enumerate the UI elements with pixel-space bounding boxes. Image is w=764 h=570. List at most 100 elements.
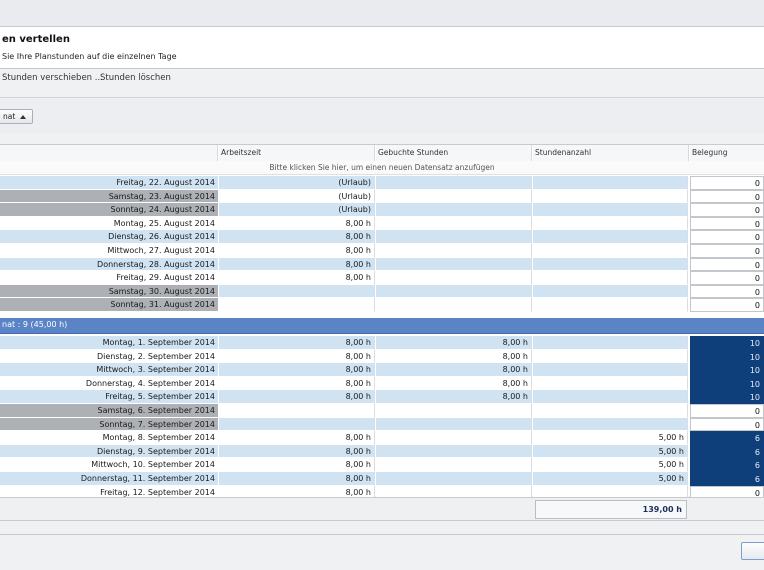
gebuchte-stunden-cell[interactable]: 8,00 h <box>376 363 532 377</box>
belegung-cell[interactable]: 0 <box>690 216 764 231</box>
stundenanzahl-cell[interactable] <box>533 390 688 404</box>
gebuchte-stunden-cell[interactable]: 8,00 h <box>376 336 532 350</box>
stundenanzahl-cell[interactable] <box>533 216 688 231</box>
gebuchte-stunden-cell[interactable] <box>376 203 532 217</box>
arbeitszeit-cell[interactable]: 8,00 h <box>219 244 375 258</box>
table-row[interactable]: Dienstag, 9. September 2014 8,00 h 5,00 h6 <box>0 444 764 459</box>
gebuchte-stunden-cell[interactable] <box>376 444 532 459</box>
arbeitszeit-cell[interactable] <box>219 284 375 299</box>
gebuchte-stunden-cell[interactable] <box>376 257 532 272</box>
stundenanzahl-cell[interactable]: 5,00 h <box>533 431 688 445</box>
stundenanzahl-cell[interactable] <box>533 257 688 272</box>
move-hours-button[interactable]: Stunden verschieben ... <box>2 73 103 83</box>
gebuchte-stunden-cell[interactable] <box>376 271 532 285</box>
date-cell[interactable]: Samstag, 30. August 2014 <box>0 284 218 299</box>
gebuchte-stunden-cell[interactable] <box>376 404 532 418</box>
belegung-cell[interactable]: 10 <box>690 376 764 391</box>
stundenanzahl-cell[interactable] <box>533 336 688 350</box>
column-header-gebuchte-stunden[interactable]: Gebuchte Stunden <box>376 145 532 161</box>
table-row[interactable]: Samstag, 6. September 2014 0 <box>0 404 764 418</box>
date-cell[interactable]: Dienstag, 26. August 2014 <box>0 230 218 244</box>
arbeitszeit-cell[interactable]: 8,00 h <box>219 230 375 244</box>
column-header-date[interactable] <box>0 145 218 161</box>
table-row[interactable]: Sonntag, 7. September 2014 0 <box>0 417 764 432</box>
arbeitszeit-cell[interactable]: 8,00 h <box>219 271 375 285</box>
arbeitszeit-cell[interactable]: (Urlaub) <box>219 189 375 204</box>
gebuchte-stunden-cell[interactable] <box>376 298 532 312</box>
arbeitszeit-cell[interactable]: (Urlaub) <box>219 176 375 190</box>
stundenanzahl-cell[interactable] <box>533 376 688 391</box>
arbeitszeit-cell[interactable]: 8,00 h <box>219 216 375 231</box>
gebuchte-stunden-cell[interactable] <box>376 244 532 258</box>
arbeitszeit-cell[interactable] <box>219 417 375 432</box>
arbeitszeit-cell[interactable]: 8,00 h <box>219 472 375 486</box>
gebuchte-stunden-cell[interactable] <box>376 216 532 231</box>
table-row[interactable]: Donnerstag, 11. September 2014 8,00 h 5,00… <box>0 472 764 486</box>
date-cell[interactable]: Sonntag, 31. August 2014 <box>0 298 218 312</box>
gebuchte-stunden-cell[interactable] <box>376 230 532 244</box>
table-row[interactable]: Donnerstag, 28. August 2014 8,00 h 0 <box>0 257 764 272</box>
ok-button[interactable] <box>741 542 764 560</box>
date-cell[interactable]: Sonntag, 24. August 2014 <box>0 203 218 217</box>
table-row[interactable]: Freitag, 5. September 2014 8,00 h 8,00 h 10 <box>0 390 764 404</box>
gebuchte-stunden-cell[interactable] <box>376 458 532 472</box>
delete-hours-button[interactable]: Stunden löschen <box>100 73 171 83</box>
belegung-cell[interactable]: 0 <box>690 284 764 299</box>
table-row[interactable]: Sonntag, 31. August 2014 0 <box>0 298 764 312</box>
table-row[interactable]: Sonntag, 24. August 2014 (Urlaub) 0 <box>0 203 764 217</box>
arbeitszeit-cell[interactable]: 8,00 h <box>219 257 375 272</box>
stundenanzahl-cell[interactable] <box>533 363 688 377</box>
table-row[interactable]: Mittwoch, 10. September 2014 8,00 h 5,00 h… <box>0 458 764 472</box>
date-cell[interactable]: Montag, 1. September 2014 <box>0 336 218 350</box>
new-row-prompt[interactable]: Bitte klicken Sie hier, um einen neuen D… <box>0 161 764 175</box>
table-row[interactable]: Mittwoch, 27. August 2014 8,00 h 0 <box>0 244 764 258</box>
belegung-cell[interactable]: 0 <box>690 417 764 432</box>
date-cell[interactable]: Donnerstag, 11. September 2014 <box>0 472 218 486</box>
belegung-cell[interactable]: 6 <box>690 458 764 472</box>
column-header-stundenanzahl[interactable]: Stundenanzahl <box>533 145 689 161</box>
belegung-cell[interactable]: 6 <box>690 431 764 445</box>
table-row[interactable]: Montag, 8. September 2014 8,00 h 5,00 h6 <box>0 431 764 445</box>
arbeitszeit-cell[interactable]: 8,00 h <box>219 363 375 377</box>
date-cell[interactable]: Freitag, 22. August 2014 <box>0 176 218 190</box>
group-chip[interactable]: nat <box>0 109 34 124</box>
belegung-cell[interactable]: 6 <box>690 472 764 486</box>
date-cell[interactable]: Freitag, 5. September 2014 <box>0 390 218 404</box>
belegung-cell[interactable]: 0 <box>690 244 764 258</box>
belegung-cell[interactable]: 0 <box>690 189 764 204</box>
belegung-cell[interactable]: 0 <box>690 257 764 272</box>
gebuchte-stunden-cell[interactable] <box>376 284 532 299</box>
date-cell[interactable]: Samstag, 6. September 2014 <box>0 404 218 418</box>
stundenanzahl-cell[interactable] <box>533 298 688 312</box>
arbeitszeit-cell[interactable]: 8,00 h <box>219 336 375 350</box>
belegung-cell[interactable]: 10 <box>690 363 764 377</box>
stundenanzahl-cell[interactable] <box>533 244 688 258</box>
belegung-cell[interactable]: 0 <box>690 298 764 312</box>
gebuchte-stunden-cell[interactable] <box>376 431 532 445</box>
date-cell[interactable]: Sonntag, 7. September 2014 <box>0 417 218 432</box>
arbeitszeit-cell[interactable]: 8,00 h <box>219 444 375 459</box>
stundenanzahl-cell[interactable] <box>533 271 688 285</box>
date-cell[interactable]: Mittwoch, 3. September 2014 <box>0 363 218 377</box>
table-row[interactable]: Samstag, 23. August 2014 (Urlaub) 0 <box>0 189 764 204</box>
gebuchte-stunden-cell[interactable]: 8,00 h <box>376 376 532 391</box>
belegung-cell[interactable]: 10 <box>690 336 764 350</box>
stundenanzahl-cell[interactable] <box>533 417 688 432</box>
date-cell[interactable]: Freitag, 29. August 2014 <box>0 271 218 285</box>
stundenanzahl-cell[interactable] <box>533 230 688 244</box>
gebuchte-stunden-cell[interactable] <box>376 472 532 486</box>
arbeitszeit-cell[interactable] <box>219 404 375 418</box>
gebuchte-stunden-cell[interactable]: 8,00 h <box>376 390 532 404</box>
date-cell[interactable]: Dienstag, 9. September 2014 <box>0 444 218 459</box>
stundenanzahl-cell[interactable]: 5,00 h <box>533 444 688 459</box>
date-cell[interactable]: Montag, 8. September 2014 <box>0 431 218 445</box>
date-cell[interactable]: Dienstag, 2. September 2014 <box>0 349 218 364</box>
gebuchte-stunden-cell[interactable]: 8,00 h <box>376 349 532 364</box>
belegung-cell[interactable]: 10 <box>690 390 764 404</box>
stundenanzahl-cell[interactable] <box>533 404 688 418</box>
stundenanzahl-cell[interactable] <box>533 349 688 364</box>
table-row[interactable]: Freitag, 22. August 2014 (Urlaub) 0 <box>0 176 764 190</box>
table-row[interactable]: Montag, 1. September 2014 8,00 h 8,00 h 10 <box>0 336 764 350</box>
arbeitszeit-cell[interactable]: (Urlaub) <box>219 203 375 217</box>
stundenanzahl-cell[interactable] <box>533 176 688 190</box>
